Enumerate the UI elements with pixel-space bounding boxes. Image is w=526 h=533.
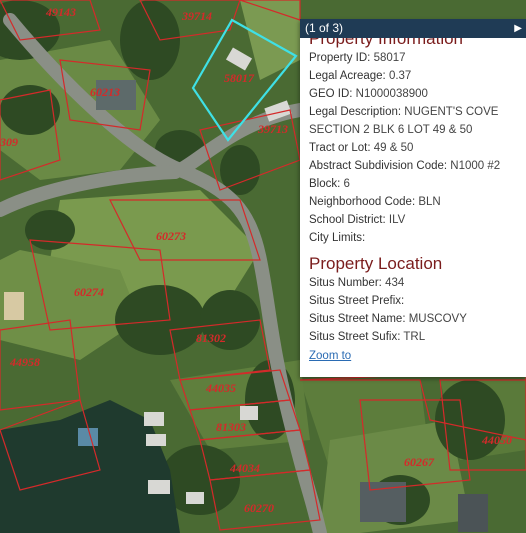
info-value: BLN bbox=[418, 196, 441, 208]
section-title-property-location: Property Location bbox=[309, 254, 443, 273]
info-key: Legal Acreage: bbox=[309, 70, 386, 82]
info-value: MUSCOVY bbox=[408, 313, 467, 325]
info-row: Tract or Lot: 49 & 50 bbox=[309, 139, 520, 157]
info-value: 58017 bbox=[373, 52, 406, 64]
parcel-label: 39713 bbox=[257, 122, 288, 136]
parcel-label: 60267 bbox=[404, 455, 435, 469]
info-key: Situs Street Sufix: bbox=[309, 331, 401, 343]
info-row: Situs Number: 434 bbox=[309, 274, 520, 292]
info-value: ILV bbox=[388, 214, 406, 226]
parcel-label: 39714 bbox=[181, 9, 212, 23]
info-row: Abstract Subdivision Code: N1000 #2 bbox=[309, 157, 520, 175]
info-value: 434 bbox=[385, 277, 405, 289]
parcel-label: 60274 bbox=[74, 285, 104, 299]
parcel-label: 49143 bbox=[45, 5, 76, 19]
info-key: Situs Number: bbox=[309, 277, 382, 289]
popup-content: Property Information Property ID: 58017 L… bbox=[309, 38, 520, 364]
info-row: City Limits: bbox=[309, 229, 520, 247]
popup-counter: (1 of 3) bbox=[305, 21, 344, 35]
info-row: Neighborhood Code: BLN bbox=[309, 193, 520, 211]
parcel-label: 44035 bbox=[205, 381, 236, 395]
info-key: Legal Description: bbox=[309, 106, 402, 118]
property-location-list: Situs Number: 434 Situs Street Prefix: Si… bbox=[309, 274, 520, 346]
parcel-label: 44034 bbox=[229, 461, 260, 475]
info-row: Situs Street Name: MUSCOVY bbox=[309, 310, 520, 328]
info-row: Situs Street Sufix: TRL bbox=[309, 328, 520, 346]
parcel-label: 60270 bbox=[244, 501, 274, 515]
info-row: School District: ILV bbox=[309, 211, 520, 229]
popup-body[interactable]: Property Information Property ID: 58017 L… bbox=[300, 38, 526, 377]
info-key: Property ID: bbox=[309, 52, 371, 64]
property-popup: (1 of 3) ▶ Property Information Property… bbox=[300, 19, 526, 377]
parcel-label: 58017 bbox=[224, 71, 255, 85]
info-key: Neighborhood Code: bbox=[309, 196, 416, 208]
info-key: City Limits: bbox=[309, 232, 366, 244]
info-key: Block: bbox=[309, 178, 341, 190]
info-key: Situs Street Name: bbox=[309, 313, 406, 325]
info-value: TRL bbox=[403, 331, 426, 343]
info-row: Legal Description: NUGENT'S COVE SECTION… bbox=[309, 103, 520, 139]
parcel-label: 309 bbox=[0, 135, 18, 149]
info-key: GEO ID: bbox=[309, 88, 353, 100]
info-value: 49 & 50 bbox=[373, 142, 414, 154]
next-arrow-icon[interactable]: ▶ bbox=[514, 19, 522, 38]
property-info-list: Property ID: 58017 Legal Acreage: 0.37 GEO… bbox=[309, 49, 520, 247]
parcel-label: 44050 bbox=[481, 433, 512, 447]
info-row: Legal Acreage: 0.37 bbox=[309, 67, 520, 85]
popup-header: (1 of 3) ▶ bbox=[300, 19, 526, 38]
info-key: School District: bbox=[309, 214, 386, 226]
parcel-label: 60273 bbox=[156, 229, 186, 243]
info-row: Situs Street Prefix: bbox=[309, 292, 520, 310]
info-row: Block: 6 bbox=[309, 175, 520, 193]
info-row: Property ID: 58017 bbox=[309, 49, 520, 67]
info-value: N1000038900 bbox=[355, 88, 428, 100]
info-key: Abstract Subdivision Code: bbox=[309, 160, 448, 172]
info-key: Tract or Lot: bbox=[309, 142, 371, 154]
info-row: GEO ID: N1000038900 bbox=[309, 85, 520, 103]
parcel-label: 81303 bbox=[216, 420, 246, 434]
section-title-property-information: Property Information bbox=[309, 38, 464, 48]
info-value: N1000 #2 bbox=[450, 160, 501, 172]
parcel-label: 44958 bbox=[9, 355, 40, 369]
info-value: 0.37 bbox=[388, 70, 412, 82]
info-value: 6 bbox=[343, 178, 350, 190]
info-key: Situs Street Prefix: bbox=[309, 295, 405, 307]
zoom-to-link[interactable]: Zoom to bbox=[309, 350, 351, 362]
parcel-label: 81302 bbox=[196, 331, 226, 345]
parcel-label: 60213 bbox=[90, 85, 120, 99]
